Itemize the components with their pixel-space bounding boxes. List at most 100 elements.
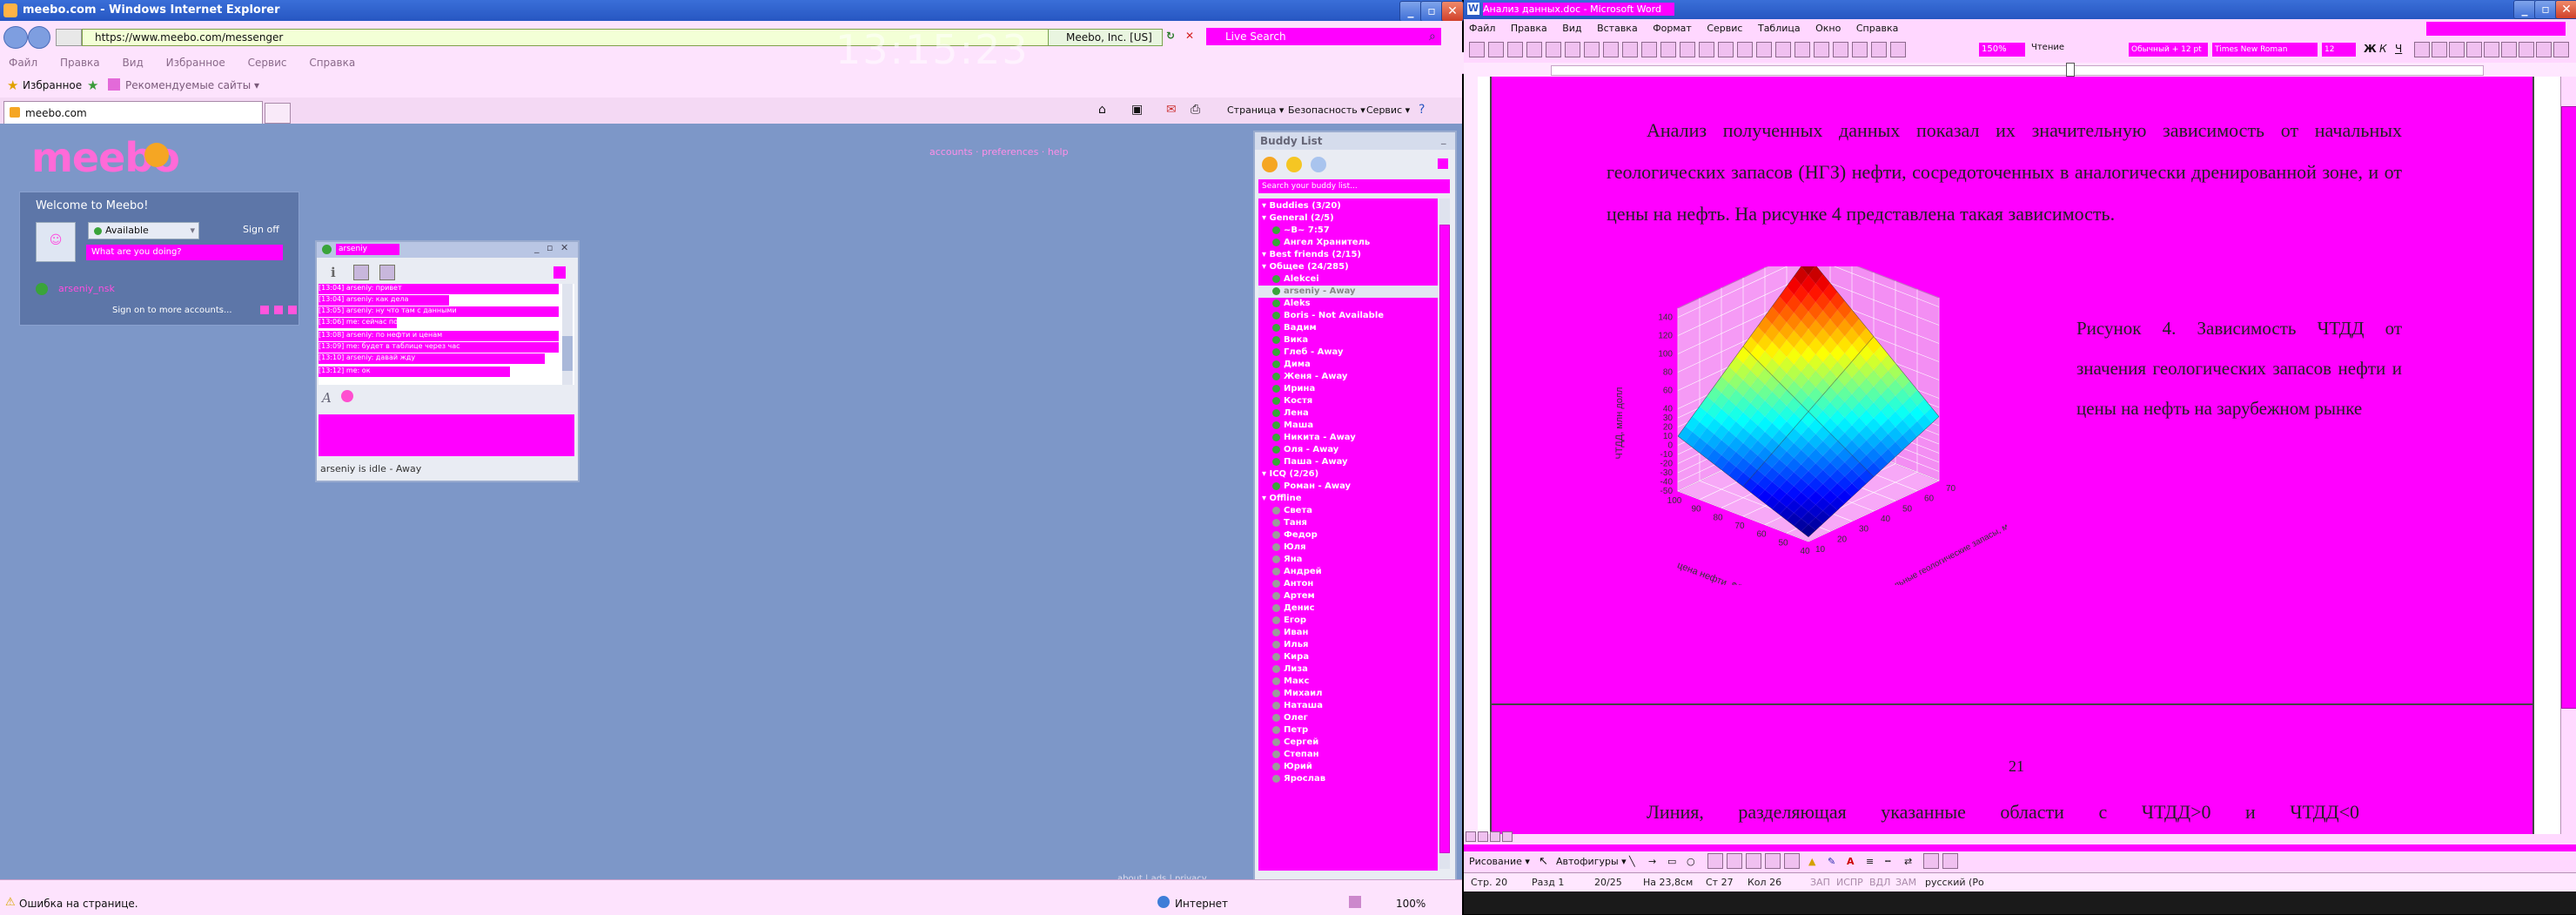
font-icon[interactable]: A — [322, 390, 332, 406]
font-select[interactable]: Times New Roman — [2212, 43, 2318, 57]
size-select[interactable]: 12 — [2322, 43, 2356, 57]
status-ext[interactable]: ВДЛ — [1869, 877, 1890, 888]
expand-icon[interactable] — [1438, 158, 1448, 169]
excel-icon[interactable] — [1814, 42, 1829, 57]
hyperlink-icon[interactable] — [1756, 42, 1772, 57]
new-doc-icon[interactable] — [1469, 42, 1485, 57]
figure-caption[interactable]: Рисунок 4. Зависимость ЧТДД от значения … — [2076, 308, 2402, 428]
menu-view[interactable]: Вид — [122, 52, 143, 73]
buddy-item[interactable]: Alekcei — [1258, 273, 1438, 286]
buddy-item[interactable]: Иван — [1258, 627, 1438, 639]
close-button[interactable]: ✕ — [1441, 1, 1464, 22]
email-icon[interactable] — [1546, 42, 1561, 57]
insert-table-icon[interactable] — [1794, 42, 1810, 57]
style-select[interactable]: Обычный + 12 pt — [2129, 43, 2208, 57]
page-menu[interactable]: Страница ▾ — [1227, 104, 1284, 116]
3d-icon[interactable] — [1942, 853, 1958, 869]
read-button[interactable]: Чтение — [2031, 43, 2064, 52]
buddy-item[interactable]: Сергей — [1258, 737, 1438, 749]
drawing-icon[interactable] — [1852, 42, 1868, 57]
outline-view-icon[interactable] — [1502, 831, 1513, 842]
buddy-item[interactable]: Ирина — [1258, 383, 1438, 395]
buddy-item[interactable]: Степан — [1258, 749, 1438, 761]
research-icon[interactable] — [1622, 42, 1638, 57]
buddy-item[interactable]: Кира — [1258, 651, 1438, 663]
info-icon[interactable]: ℹ — [331, 265, 336, 280]
signoff-link[interactable]: Sign off — [243, 224, 279, 235]
fill-color-icon[interactable]: ▲ — [1808, 851, 1815, 872]
status-text[interactable]: Ошибка на странице. — [19, 898, 138, 910]
buddy-item[interactable]: Aleks — [1258, 298, 1438, 310]
buddy-item[interactable]: Наташа — [1258, 700, 1438, 712]
add-group-icon[interactable] — [1286, 157, 1302, 172]
save-icon[interactable] — [1507, 42, 1523, 57]
buddy-item[interactable]: Boris - Not Available — [1258, 310, 1438, 322]
tools-menu[interactable]: Сервис ▾ — [1366, 104, 1410, 116]
popout-icon[interactable] — [553, 266, 566, 279]
buddy-item[interactable]: arseniy - Away — [1258, 286, 1438, 298]
horizontal-ruler[interactable] — [1464, 63, 2576, 77]
vertical-ruler[interactable] — [1464, 77, 1479, 843]
buddy-item[interactable]: Юля — [1258, 542, 1438, 554]
buddy-item[interactable]: Вадим — [1258, 322, 1438, 334]
buddy-scrollbar[interactable] — [1439, 198, 1450, 869]
cut-icon[interactable] — [1641, 42, 1657, 57]
word-menu-view[interactable]: Вид — [1562, 23, 1581, 34]
accounts-link[interactable]: accounts — [929, 146, 973, 158]
oval-icon[interactable]: ○ — [1687, 851, 1695, 872]
chat-scrollbar[interactable] — [562, 284, 573, 385]
buddy-item[interactable]: Света — [1258, 505, 1438, 517]
feeds-icon[interactable]: ▣ — [1131, 103, 1143, 117]
refresh-icon[interactable]: ↻ — [1166, 30, 1180, 44]
stop-icon[interactable]: ✕ — [1185, 30, 1199, 44]
help-link[interactable]: help — [1048, 146, 1069, 158]
word-menu-tools[interactable]: Сервис — [1707, 23, 1742, 34]
clipart-icon[interactable] — [1765, 853, 1781, 869]
zoom-select[interactable]: 150% — [1979, 43, 2025, 57]
preferences-link[interactable]: preferences — [982, 146, 1038, 158]
line-spacing-icon[interactable] — [2484, 42, 2499, 57]
text-color-icon[interactable]: A — [1847, 851, 1855, 872]
buddy-item[interactable]: Дима — [1258, 359, 1438, 371]
horizontal-scrollbar[interactable] — [1464, 831, 2576, 844]
buddy-item[interactable]: Федор — [1258, 529, 1438, 542]
copy-icon[interactable] — [1660, 42, 1676, 57]
buddy-search-input[interactable]: Search your buddy list... — [1258, 179, 1450, 193]
align-center-icon[interactable] — [2432, 42, 2447, 57]
menu-edit[interactable]: Правка — [60, 52, 100, 73]
menu-favorites[interactable]: Избранное — [166, 52, 225, 73]
buddy-item[interactable]: Лиза — [1258, 663, 1438, 676]
buddy-scroll-thumb[interactable] — [1439, 225, 1450, 853]
bold-button[interactable]: Ж — [2364, 43, 2377, 55]
shadow-icon[interactable] — [1923, 853, 1939, 869]
spelling-icon[interactable] — [1603, 42, 1619, 57]
buddy-group[interactable]: ▾ Общее (24/285) — [1258, 261, 1438, 273]
avatar[interactable]: ☺ — [36, 222, 76, 262]
buddy-minimize[interactable]: _ — [1441, 133, 1446, 145]
highlight-icon[interactable] — [2519, 42, 2534, 57]
word-menu-help[interactable]: Справка — [1856, 23, 1898, 34]
tab-meebo[interactable]: meebo.com — [3, 101, 263, 124]
columns-icon[interactable] — [1833, 42, 1848, 57]
wordart-icon[interactable] — [1727, 853, 1742, 869]
buddy-item[interactable]: Андрей — [1258, 566, 1438, 578]
new-tab-button[interactable] — [265, 103, 291, 124]
open-icon[interactable] — [1488, 42, 1504, 57]
chat-input[interactable] — [319, 414, 574, 456]
block-icon[interactable] — [353, 265, 369, 280]
menu-file[interactable]: Файл — [9, 52, 37, 73]
buddy-item[interactable]: ~B~ 7:57 — [1258, 225, 1438, 237]
word-menu-file[interactable]: Файл — [1469, 23, 1495, 34]
body-paragraph[interactable]: Анализ полученных данных показал их знач… — [1607, 110, 2402, 235]
back-button[interactable] — [3, 26, 28, 49]
justify-icon[interactable] — [2466, 42, 2482, 57]
buddy-group[interactable]: ▾ ICQ (2/26) — [1258, 468, 1438, 481]
underline-button[interactable]: Ч — [2395, 43, 2402, 55]
buddy-group[interactable]: ▾ General (2/5) — [1258, 212, 1438, 225]
buddy-item[interactable]: Олег — [1258, 712, 1438, 724]
buddy-item[interactable]: Костя — [1258, 395, 1438, 407]
next-paragraph[interactable]: Линия, разделяющая указанные области с Ч… — [1647, 801, 2404, 824]
buddy-item[interactable]: Паша - Away — [1258, 456, 1438, 468]
print-icon[interactable] — [1565, 42, 1580, 57]
word-menu-edit[interactable]: Правка — [1511, 23, 1547, 34]
